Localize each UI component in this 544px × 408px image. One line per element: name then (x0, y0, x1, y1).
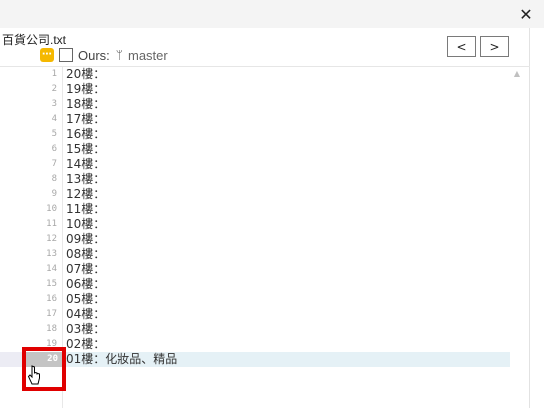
code-line[interactable]: 04樓： (64, 307, 510, 322)
line-number[interactable]: 9 (0, 187, 57, 202)
line-number[interactable]: 8 (0, 172, 57, 187)
line-number[interactable]: 10 (0, 202, 57, 217)
code-line[interactable]: 13樓： (64, 172, 510, 187)
line-number[interactable]: 4 (0, 112, 57, 127)
line-number[interactable]: 14 (0, 262, 57, 277)
line-number[interactable]: 17 (0, 307, 57, 322)
close-button[interactable]: ✕ (516, 4, 536, 24)
code-line[interactable]: 06樓： (64, 277, 510, 292)
code-line[interactable]: 10樓： (64, 217, 510, 232)
code-line[interactable]: 02樓： (64, 337, 510, 352)
code-line[interactable]: 18樓： (64, 97, 510, 112)
merge-panel: 百貨公司.txt ⋯ Ours: ᛘ master < > 1234567891… (0, 28, 530, 408)
ours-label: Ours: (78, 47, 110, 63)
title-bar: ✕ (0, 0, 544, 28)
code-line[interactable]: 05樓： (64, 292, 510, 307)
line-number[interactable]: 7 (0, 157, 57, 172)
code-line[interactable]: 08樓： (64, 247, 510, 262)
line-number[interactable]: 18 (0, 322, 57, 337)
code-line[interactable]: 20樓： (64, 67, 510, 82)
code-editor[interactable]: 20樓： 19樓： 18樓： 17樓： 16樓： 15樓： 14樓： 13樓： 12樓： 11樓：… (64, 67, 510, 408)
line-number[interactable]: 2 (0, 82, 57, 97)
line-number[interactable]: 5 (0, 127, 57, 142)
line-number[interactable]: 11 (0, 217, 57, 232)
code-line[interactable]: 15樓： (64, 142, 510, 157)
branch-icon: ᛘ (115, 48, 123, 62)
line-number[interactable]: 15 (0, 277, 57, 292)
previous-conflict-button[interactable]: < (447, 36, 476, 57)
code-line[interactable]: 03樓： (64, 322, 510, 337)
line-number[interactable]: 13 (0, 247, 57, 262)
code-line[interactable]: 09樓： (64, 232, 510, 247)
ours-checkbox[interactable] (59, 48, 73, 62)
code-line[interactable]: 16樓： (64, 127, 510, 142)
ours-row: ⋯ Ours: ᛘ master (40, 47, 168, 63)
conflict-badge-icon[interactable]: ⋯ (40, 48, 54, 62)
next-conflict-button[interactable]: > (480, 36, 509, 57)
code-line[interactable]: 01樓：化妝品、精品 (64, 352, 510, 367)
branch-name: master (128, 47, 168, 63)
close-icon: ✕ (519, 4, 533, 24)
code-line[interactable]: 17樓： (64, 112, 510, 127)
line-number[interactable]: 6 (0, 142, 57, 157)
file-name: 百貨公司.txt (2, 33, 67, 47)
code-line[interactable]: 11樓： (64, 202, 510, 217)
code-line[interactable]: 19樓： (64, 82, 510, 97)
line-number[interactable]: 12 (0, 232, 57, 247)
code-line[interactable]: 12樓： (64, 187, 510, 202)
vertical-scrollbar[interactable]: ▲ (510, 67, 524, 408)
line-number[interactable]: 16 (0, 292, 57, 307)
code-line[interactable]: 07樓： (64, 262, 510, 277)
scroll-up-arrow-icon[interactable]: ▲ (511, 69, 523, 79)
code-line[interactable]: 14樓： (64, 157, 510, 172)
line-number[interactable]: 1 (0, 67, 57, 82)
line-number[interactable]: 3 (0, 97, 57, 112)
mouse-cursor-icon (27, 365, 40, 385)
gutter-highlight (0, 352, 22, 367)
